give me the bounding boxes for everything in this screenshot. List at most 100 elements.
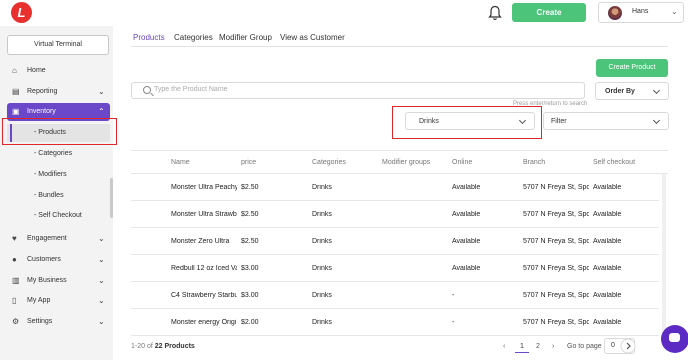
result-total: 22 Products xyxy=(154,343,195,350)
chevron-down-icon: ⌄ xyxy=(98,296,105,305)
cell-name: Monster energy Origi xyxy=(171,319,237,326)
sidebar-subitem-self-checkout[interactable]: - Self Checkout xyxy=(7,207,110,225)
result-range: 1-20 of xyxy=(131,343,155,350)
sidebar-subitem-label: - Categories xyxy=(34,150,73,157)
cell-price: $3.00 xyxy=(241,292,259,299)
create-button[interactable]: Create xyxy=(512,3,586,22)
next-page-icon[interactable]: › xyxy=(552,343,554,350)
sidebar-item-label: My Business xyxy=(27,277,67,284)
cell-price: $2.50 xyxy=(241,211,259,218)
tabs-divider xyxy=(131,46,668,47)
sidebar-scrollbar[interactable] xyxy=(110,178,113,218)
column-header-self-checkout[interactable]: Self checkout xyxy=(593,159,635,166)
page-2-button[interactable]: 2 xyxy=(536,343,540,350)
cell-name: Monster Ultra Peachy xyxy=(171,184,237,191)
report-icon: ▤ xyxy=(12,87,20,96)
chevron-down-icon: ⌄ xyxy=(98,317,105,326)
cell-branch: 5707 N Freya St, Spok xyxy=(523,265,589,272)
sidebar-subitem-modifiers[interactable]: - Modifiers xyxy=(7,166,110,184)
avatar xyxy=(608,6,622,20)
cell-online: - xyxy=(452,292,455,299)
virtual-terminal-button[interactable]: Virtual Terminal xyxy=(7,35,109,55)
chevron-down-icon: ⌄ xyxy=(98,255,105,264)
sidebar-subitem-categories[interactable]: - Categories xyxy=(7,145,110,163)
cell-self-checkout: Available xyxy=(593,319,622,326)
table-row[interactable]: Monster Ultra Strawb $2.50 Drinks Available… xyxy=(131,201,659,228)
cell-name: Monster Zero Ultra xyxy=(171,238,230,245)
cell-name: Monster Ultra Strawb xyxy=(171,211,237,218)
settings-icon: ⚙ xyxy=(12,317,20,326)
prev-page-icon[interactable]: ‹ xyxy=(503,343,505,350)
cell-online: Available xyxy=(452,238,481,245)
cell-price: $2.00 xyxy=(241,319,259,326)
table-row[interactable]: Monster Zero Ultra $2.50 Drinks Available 57… xyxy=(131,228,659,255)
cell-name: Redbull 12 oz Iced Va xyxy=(171,265,237,272)
cell-category: Drinks xyxy=(312,292,332,299)
customers-icon: ● xyxy=(12,255,17,264)
column-header-price[interactable]: price xyxy=(241,159,256,166)
cell-online: Available xyxy=(452,211,481,218)
sidebar-item-my-business[interactable]: ▥ My Business ⌄ xyxy=(0,272,113,290)
cell-self-checkout: Available xyxy=(593,211,622,218)
column-header-name[interactable]: Name xyxy=(171,159,190,166)
order-by-label: Order By xyxy=(605,88,635,95)
sidebar-subitem-label: - Self Checkout xyxy=(34,212,82,219)
table-row[interactable]: Redbull 12 oz Iced Va $3.00 Drinks Availabl… xyxy=(131,255,659,282)
table-row[interactable]: Monster energy Origi $2.00 Drinks - 5707 N F… xyxy=(131,309,659,336)
search-hint: Press enter/return to search xyxy=(513,101,588,107)
create-product-button[interactable]: Create Product xyxy=(596,59,668,77)
sidebar-item-home[interactable]: ⌂ Home xyxy=(0,62,113,80)
bell-icon[interactable] xyxy=(488,5,502,21)
sidebar-item-engagement[interactable]: ♥ Engagement ⌄ xyxy=(0,230,113,248)
sidebar-item-settings[interactable]: ⚙ Settings ⌄ xyxy=(0,313,113,331)
chevron-down-icon: ⌄ xyxy=(98,87,105,96)
cell-category: Drinks xyxy=(312,211,332,218)
go-to-page-arrow-icon[interactable] xyxy=(620,338,636,354)
cell-category: Drinks xyxy=(312,184,332,191)
column-header-branch[interactable]: Branch xyxy=(523,159,545,166)
chevron-down-icon xyxy=(652,86,661,95)
cell-price: $2.50 xyxy=(241,184,259,191)
filter-label: Filter xyxy=(551,118,567,125)
app-logo[interactable]: L xyxy=(11,2,32,23)
search-field[interactable]: Type the Product Name xyxy=(131,82,585,99)
products-table: Name price Categories Modifier groups On… xyxy=(131,150,668,336)
cell-price: $3.00 xyxy=(241,265,259,272)
column-header-modifier-groups[interactable]: Modifier groups xyxy=(382,159,430,166)
category-select[interactable]: Drinks xyxy=(405,112,535,130)
sidebar-item-customers[interactable]: ● Customers ⌄ xyxy=(0,251,113,269)
page-1-button[interactable]: 1 xyxy=(515,341,529,353)
sidebar-subitem-label: - Bundles xyxy=(34,192,64,199)
sidebar-subitem-bundles[interactable]: - Bundles xyxy=(7,187,110,205)
table-row[interactable]: C4 Strawberry Starbu $3.00 Drinks - 5707 N F… xyxy=(131,282,659,309)
order-by-select[interactable]: Order By xyxy=(595,82,669,100)
sidebar-item-reporting[interactable]: ▤ Reporting ⌄ xyxy=(0,83,113,101)
tab-categories[interactable]: Categories xyxy=(174,33,213,46)
filter-select[interactable]: Filter xyxy=(543,112,669,130)
tab-products[interactable]: Products xyxy=(133,33,165,47)
column-header-online[interactable]: Online xyxy=(452,159,472,166)
cell-branch: 5707 N Freya St, Spok xyxy=(523,292,589,299)
sidebar-item-my-app[interactable]: ▯ My App ⌄ xyxy=(0,292,113,310)
tab-view-as-customer[interactable]: View as Customer xyxy=(280,33,345,46)
table-row[interactable]: Monster Ultra Peachy $2.50 Drinks Available… xyxy=(131,174,659,201)
chat-bubble-icon[interactable] xyxy=(661,325,688,353)
tab-modifier-group[interactable]: Modifier Group xyxy=(219,33,272,46)
table-header: Name price Categories Modifier groups On… xyxy=(131,150,668,174)
column-header-categories[interactable]: Categories xyxy=(312,159,346,166)
app-icon: ▯ xyxy=(12,296,17,305)
sidebar: Virtual Terminal ⌂ Home ▤ Reporting ⌄ ▣ … xyxy=(0,26,113,360)
cell-category: Drinks xyxy=(312,238,332,245)
sidebar-item-label: Inventory xyxy=(27,108,56,115)
user-menu[interactable]: Hans ⌄ xyxy=(598,2,684,23)
table-scrollbar[interactable] xyxy=(662,174,666,336)
sidebar-item-label: My App xyxy=(27,297,51,304)
cell-branch: 5707 N Freya St, Spok xyxy=(523,184,589,191)
search-placeholder: Type the Product Name xyxy=(154,86,228,93)
sidebar-item-label: Customers xyxy=(27,256,61,263)
cell-online: Available xyxy=(452,184,481,191)
chevron-down-icon xyxy=(518,116,527,125)
cell-category: Drinks xyxy=(312,319,332,326)
cell-self-checkout: Available xyxy=(593,238,622,245)
cell-category: Drinks xyxy=(312,265,332,272)
